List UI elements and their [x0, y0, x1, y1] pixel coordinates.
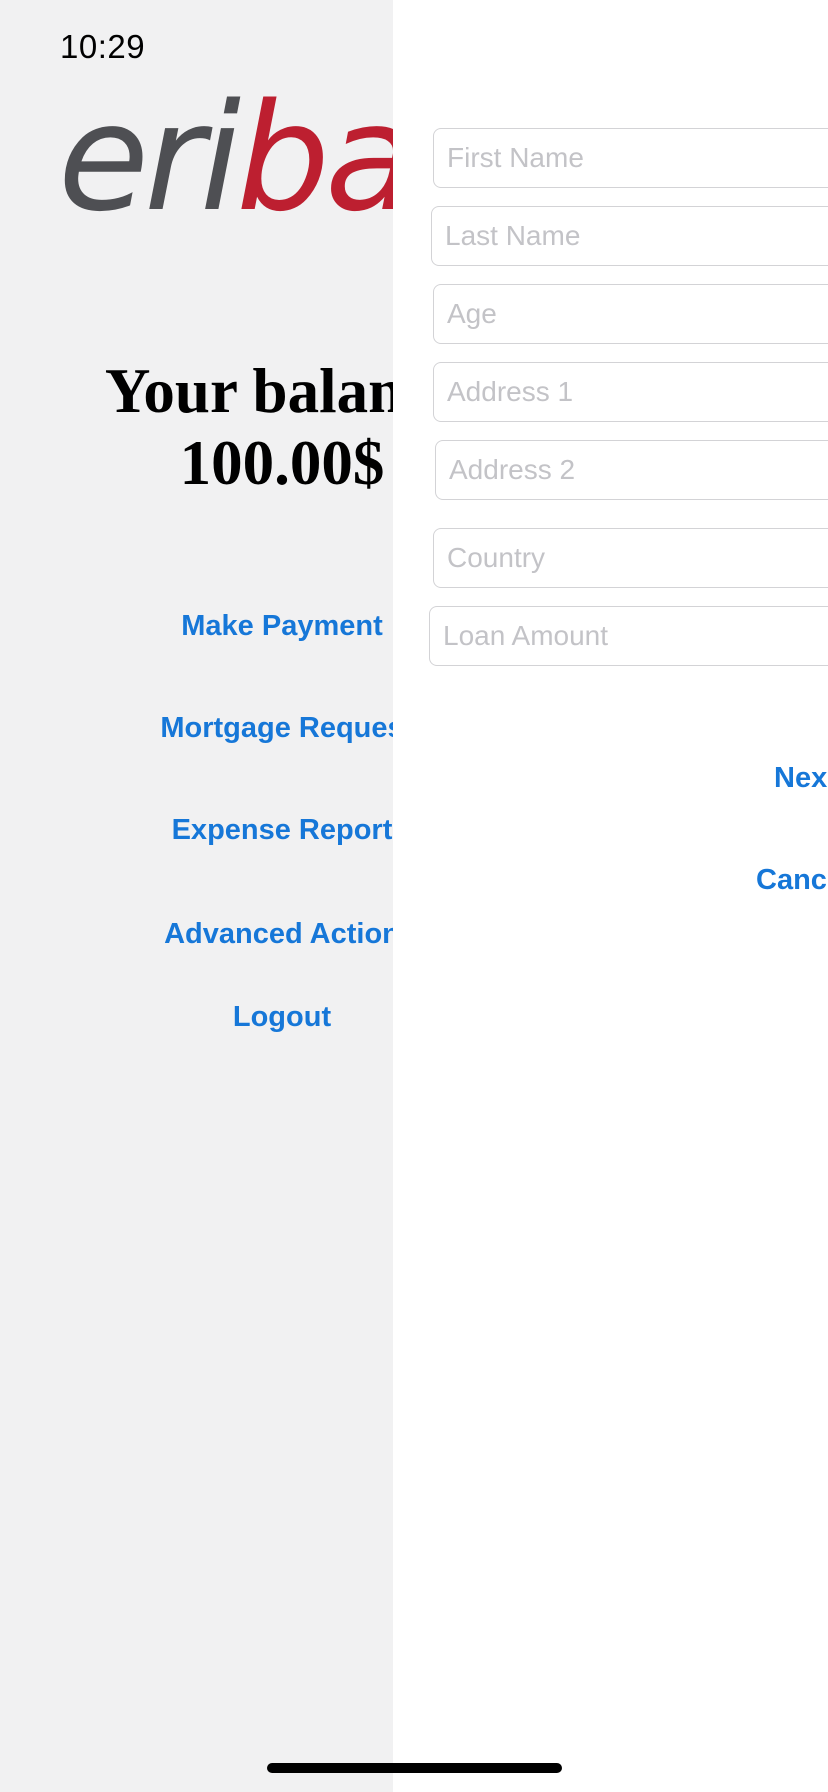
logo-text-grey: eri	[58, 72, 241, 244]
mortgage-form-sheet: Nex Canc	[393, 0, 828, 1792]
next-button[interactable]: Nex	[774, 762, 827, 795]
first-name-field[interactable]	[433, 128, 828, 188]
address-1-field[interactable]	[433, 362, 828, 422]
last-name-field[interactable]	[431, 206, 828, 266]
loan-amount-field[interactable]	[429, 606, 828, 666]
status-bar-time: 10:29	[60, 28, 146, 65]
age-field[interactable]	[433, 284, 828, 344]
cancel-button[interactable]: Canc	[756, 864, 827, 897]
address-2-field[interactable]	[435, 440, 828, 500]
home-indicator[interactable]	[267, 1763, 562, 1773]
country-field[interactable]	[433, 528, 828, 588]
